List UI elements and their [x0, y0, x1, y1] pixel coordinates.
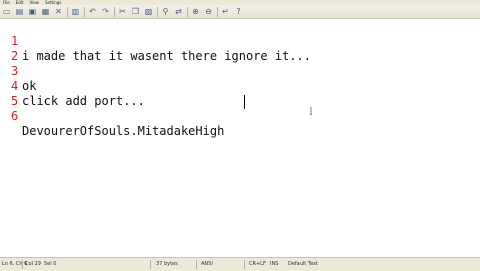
save-all-icon[interactable]: ▦ — [41, 7, 50, 16]
text-caret — [244, 95, 245, 109]
cut-icon[interactable]: ✂ — [118, 7, 127, 16]
replace-icon[interactable]: ⇄ — [174, 7, 183, 16]
close-icon[interactable]: ✕ — [54, 7, 63, 16]
ibeam-cursor-icon: I — [309, 107, 313, 118]
save-icon[interactable]: ▣ — [28, 7, 37, 16]
status-eol: CR+LF — [249, 261, 266, 267]
status-divider — [150, 260, 151, 269]
status-divider — [244, 260, 245, 269]
redo-icon[interactable]: ↷ — [101, 7, 110, 16]
toolbar-separator — [114, 6, 115, 17]
toolbar-separator — [187, 6, 188, 17]
toolbar-separator — [217, 6, 218, 17]
open-folder-icon[interactable]: ▤ — [15, 7, 24, 16]
toolbar-separator — [157, 6, 158, 17]
zoom-in-icon[interactable]: ⊕ — [191, 7, 200, 16]
status-scheme: Default Text — [288, 261, 318, 267]
line-text: DevourerOfSouls.MitadakeHigh — [22, 124, 225, 138]
status-file-size: 37 bytes — [156, 261, 178, 267]
new-file-icon[interactable]: ▭ — [2, 7, 11, 16]
undo-icon[interactable]: ↶ — [88, 7, 97, 16]
status-encoding: ANSI — [201, 261, 213, 267]
editor-line: 2 — [0, 34, 480, 63]
status-insert-mode: INS — [270, 261, 279, 267]
status-column: Col 29 — [25, 261, 41, 267]
status-divider — [196, 260, 197, 269]
copy-icon[interactable]: ❐ — [131, 7, 140, 16]
status-selection: Sel 0 — [44, 261, 57, 267]
status-divider — [22, 260, 23, 269]
editor-line: 3 ok — [0, 49, 480, 93]
editor-line: 1 i made that it wasent there ignore it.… — [0, 19, 480, 63]
editor-line: 4 click add port... — [0, 64, 480, 108]
word-wrap-icon[interactable]: ↵ — [221, 7, 230, 16]
toolbar-separator — [84, 6, 85, 17]
toolbar: ▭ ▤ ▣ ▦ ✕ ▥ ↶ ↷ ✂ ❐ ▧ ⚲ ⇄ ⊕ ⊖ ↵ ? — [0, 5, 480, 19]
zoom-out-icon[interactable]: ⊖ — [204, 7, 213, 16]
print-icon[interactable]: ▥ — [71, 7, 80, 16]
status-bar: Ln 6, Ch 6 Col 29 Sel 0 37 bytes ANSI CR… — [0, 257, 480, 271]
text-editor[interactable]: 1 i made that it wasent there ignore it.… — [0, 19, 480, 257]
paste-icon[interactable]: ▧ — [144, 7, 153, 16]
status-line-position: Ln 6, Ch 6 — [2, 261, 28, 267]
line-number: 6 — [11, 109, 19, 123]
help-icon[interactable]: ? — [234, 7, 243, 16]
toolbar-separator — [67, 6, 68, 17]
editor-line: 6 DevourerOfSouls.MitadakeHigh — [0, 94, 480, 138]
editor-line: 5 — [0, 79, 480, 108]
find-icon[interactable]: ⚲ — [161, 7, 170, 16]
